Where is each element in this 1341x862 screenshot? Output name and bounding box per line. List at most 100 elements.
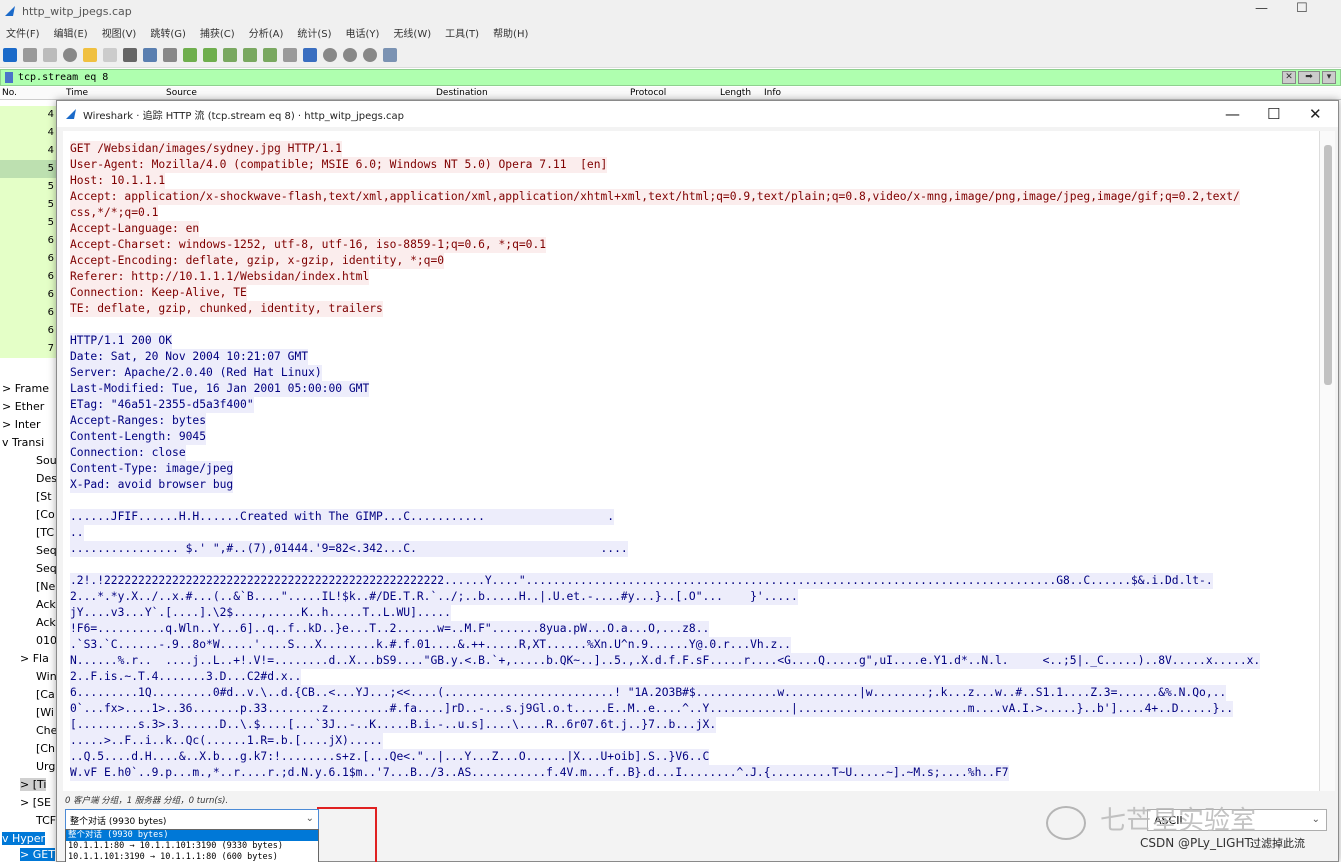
resize-columns-icon[interactable] <box>383 47 397 62</box>
tree-field[interactable]: Che <box>36 724 57 737</box>
tree-field[interactable]: Urg <box>36 760 55 773</box>
display-filter-bar[interactable]: tcp.stream eq 8 ✕ ➡ ▾ <box>0 69 1341 86</box>
col-length[interactable]: Length <box>720 88 751 98</box>
tree-field[interactable]: Des <box>36 472 57 485</box>
menu-view[interactable]: 视图(V) <box>102 25 137 40</box>
packet-row[interactable]: 6 <box>0 268 62 286</box>
zoom-normal-icon[interactable] <box>363 47 377 62</box>
apply-filter-icon[interactable]: ➡ <box>1298 71 1320 84</box>
filter-dropdown-icon[interactable]: ▾ <box>1322 71 1336 84</box>
dropdown-option[interactable]: 10.1.1.101:3190 → 10.1.1.1:80 (600 bytes… <box>66 852 318 862</box>
packet-row-selected[interactable]: 5 <box>0 160 62 178</box>
tree-field[interactable]: [Ne <box>36 580 55 593</box>
zoom-out-icon[interactable] <box>343 47 357 62</box>
menu-edit[interactable]: 编辑(E) <box>54 25 88 40</box>
menu-tools[interactable]: 工具(T) <box>445 25 479 40</box>
maximize-icon[interactable]: ☐ <box>1267 105 1280 123</box>
packet-row[interactable]: 5 <box>0 178 62 196</box>
go-to-packet-icon[interactable] <box>223 47 237 62</box>
dropdown-option[interactable]: 10.1.1.1:80 → 10.1.1.101:3190 (9330 byte… <box>66 841 318 852</box>
tree-node-http[interactable]: v Hyper <box>2 832 46 845</box>
filter-out-stream-button[interactable]: 过滤掉此流 <box>1250 835 1320 853</box>
tree-field[interactable]: Ack <box>36 598 56 611</box>
col-destination[interactable]: Destination <box>436 88 488 98</box>
tree-field[interactable]: Sou <box>36 454 57 467</box>
start-capture-icon[interactable] <box>3 47 17 62</box>
open-file-icon[interactable] <box>83 47 97 62</box>
tree-node-timestamps[interactable]: > [Ti <box>20 778 47 791</box>
col-no[interactable]: No. <box>2 88 17 98</box>
col-info[interactable]: Info <box>764 88 781 98</box>
tree-field[interactable]: Seq <box>36 562 57 575</box>
col-protocol[interactable]: Protocol <box>630 88 666 98</box>
menu-help[interactable]: 帮助(H) <box>493 25 528 40</box>
menu-capture[interactable]: 捕获(C) <box>200 25 235 40</box>
save-file-icon[interactable] <box>103 47 117 62</box>
col-time[interactable]: Time <box>66 88 88 98</box>
zoom-in-icon[interactable] <box>323 47 337 62</box>
packet-row[interactable]: 7 <box>0 340 62 358</box>
dropdown-option[interactable]: 整个对话 (9930 bytes) <box>66 830 318 841</box>
tree-field[interactable]: Ack <box>36 616 56 629</box>
scrollbar-thumb[interactable] <box>1324 145 1332 385</box>
maximize-icon[interactable]: ☐ <box>1296 1 1308 16</box>
tree-field[interactable]: [Ch <box>36 742 55 755</box>
go-forward-icon[interactable] <box>203 47 217 62</box>
tree-node-flags[interactable]: > Fla <box>20 652 49 665</box>
stream-content[interactable]: GET /Websidan/images/sydney.jpg HTTP/1.1… <box>63 131 1335 791</box>
tree-field[interactable]: TCF <box>36 814 56 827</box>
restart-capture-icon[interactable] <box>43 47 57 62</box>
tree-field[interactable]: Win <box>36 670 57 683</box>
reload-icon[interactable] <box>143 47 157 62</box>
col-source[interactable]: Source <box>166 88 197 98</box>
first-packet-icon[interactable] <box>243 47 257 62</box>
find-packet-icon[interactable] <box>163 47 177 62</box>
packet-row[interactable]: 6 <box>0 250 62 268</box>
tree-field[interactable]: [St <box>36 490 52 503</box>
vertical-scrollbar[interactable] <box>1319 131 1335 791</box>
tree-node-ip[interactable]: > Inter <box>2 418 41 431</box>
menu-telephony[interactable]: 电话(Y) <box>346 25 380 40</box>
capture-options-icon[interactable] <box>63 47 77 62</box>
packet-row[interactable]: 6 <box>0 286 62 304</box>
last-packet-icon[interactable] <box>263 47 277 62</box>
packet-row[interactable]: 5 <box>0 196 62 214</box>
go-back-icon[interactable] <box>183 47 197 62</box>
menu-analyze[interactable]: 分析(A) <box>249 25 284 40</box>
show-conversation-select[interactable]: 整个对话 (9930 bytes) ⌄ <box>65 809 319 831</box>
menu-file[interactable]: 文件(F) <box>6 25 40 40</box>
tree-node-seq-ack[interactable]: > [SE <box>20 796 51 809</box>
tree-node-tcp[interactable]: v Transi <box>2 436 44 449</box>
tree-field[interactable]: [Wi <box>36 706 54 719</box>
clear-filter-icon[interactable]: ✕ <box>1282 71 1296 84</box>
minimize-icon[interactable]: — <box>1255 1 1268 16</box>
display-filter-input[interactable]: tcp.stream eq 8 <box>18 72 108 83</box>
packet-row[interactable]: 5 <box>0 214 62 232</box>
tree-node-ethernet[interactable]: > Ether <box>2 400 44 413</box>
colorize-icon[interactable] <box>303 47 317 62</box>
chevron-down-icon[interactable]: ⌄ <box>1312 814 1320 825</box>
autoscroll-icon[interactable] <box>283 47 297 62</box>
minimize-icon[interactable]: — <box>1225 105 1240 123</box>
packet-row[interactable]: 4 <box>0 124 62 142</box>
tree-field[interactable]: [TC <box>36 526 54 539</box>
packet-row[interactable]: 4 <box>0 106 62 124</box>
menu-statistics[interactable]: 统计(S) <box>297 25 331 40</box>
chevron-down-icon[interactable]: ⌄ <box>306 813 314 824</box>
tree-field[interactable]: 010 <box>36 634 57 647</box>
packet-row[interactable]: 6 <box>0 322 62 340</box>
menu-go[interactable]: 跳转(G) <box>150 25 186 40</box>
bookmark-icon[interactable] <box>5 72 13 83</box>
tree-node-frame[interactable]: > Frame <box>2 382 49 395</box>
stop-capture-icon[interactable] <box>23 47 37 62</box>
close-icon[interactable]: ✕ <box>1309 105 1322 123</box>
packet-row[interactable]: 6 <box>0 232 62 250</box>
tree-field[interactable]: [Ca <box>36 688 55 701</box>
close-file-icon[interactable] <box>123 47 137 62</box>
packet-row[interactable]: 4 <box>0 142 62 160</box>
tree-node-get[interactable]: > GET <box>20 848 55 861</box>
menu-wireless[interactable]: 无线(W) <box>393 25 431 40</box>
packet-row[interactable]: 6 <box>0 304 62 322</box>
tree-field[interactable]: [Co <box>36 508 55 521</box>
tree-field[interactable]: Seq <box>36 544 57 557</box>
